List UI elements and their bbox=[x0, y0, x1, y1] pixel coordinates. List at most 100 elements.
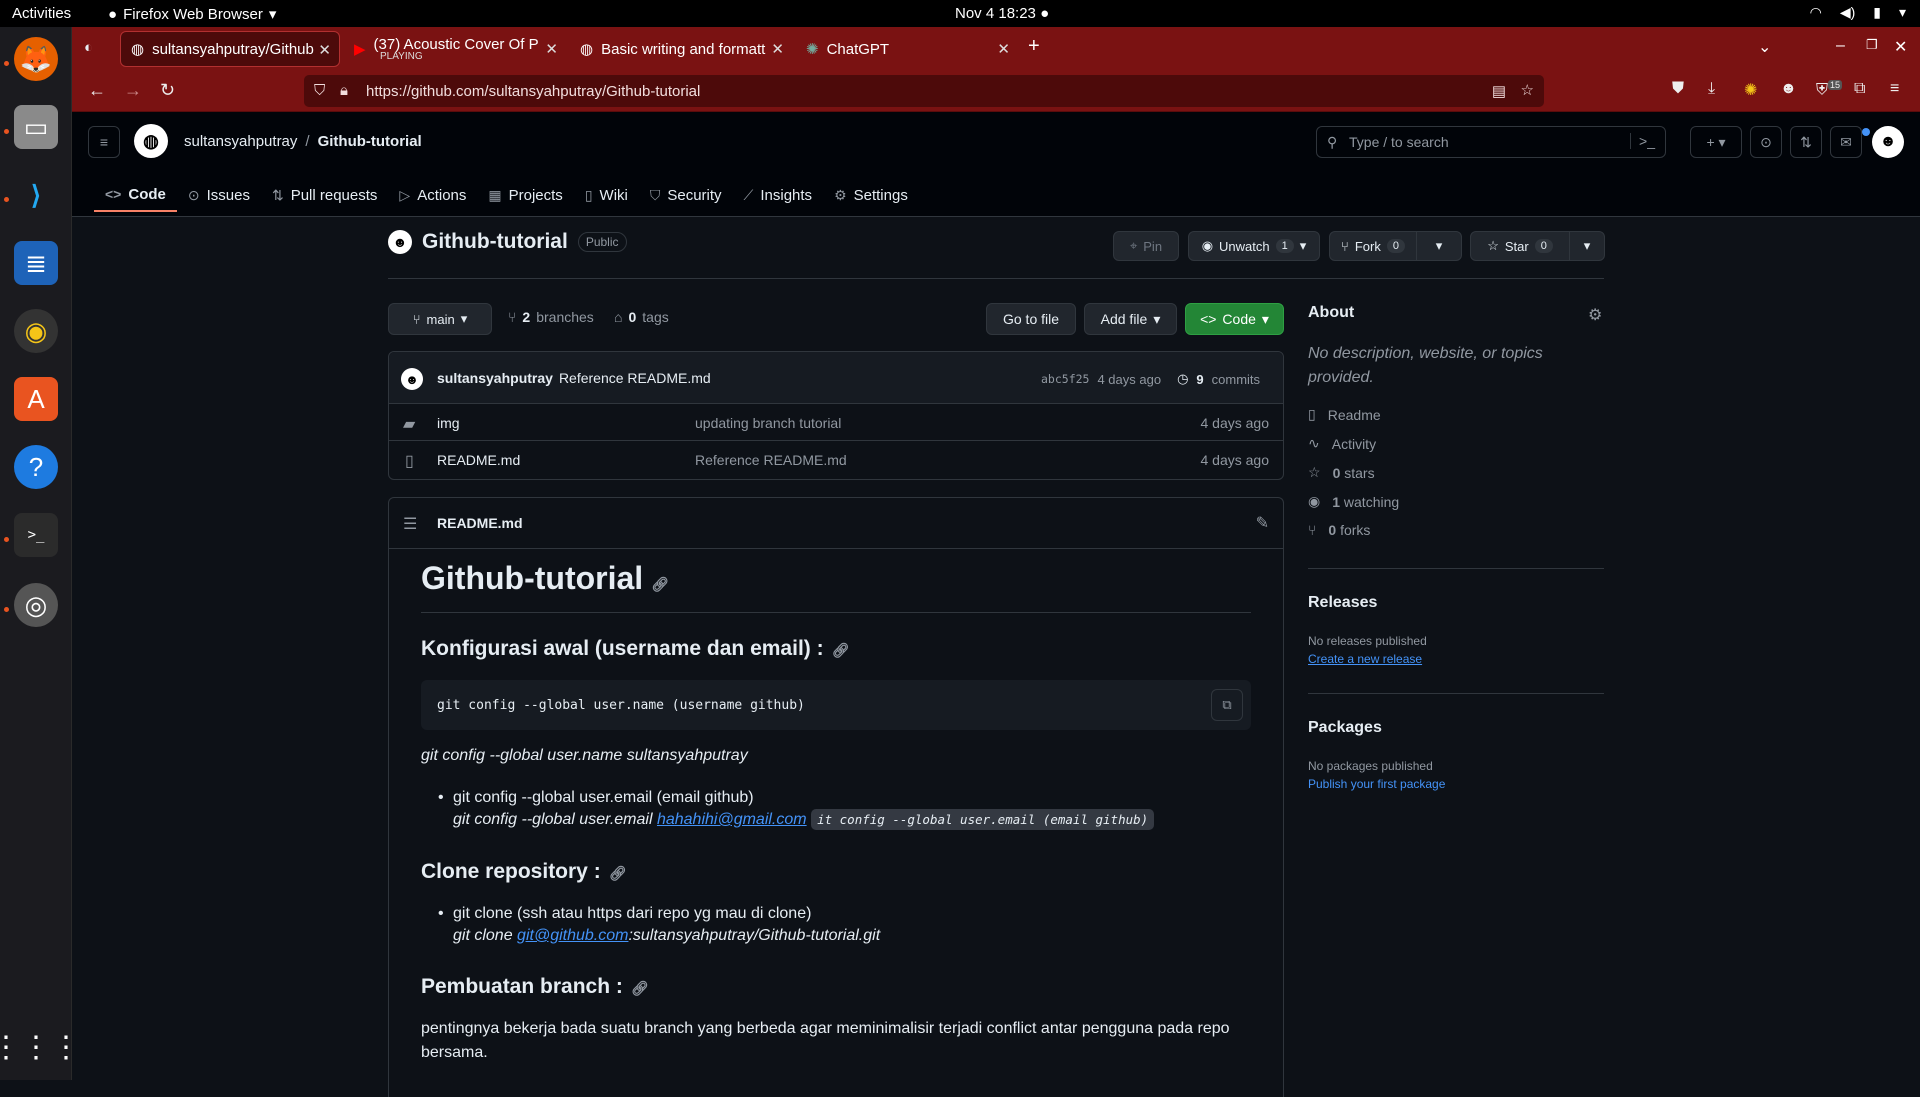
close-icon[interactable]: ✕ bbox=[771, 40, 784, 58]
writer-icon[interactable]: ≣ bbox=[14, 241, 58, 285]
tab-issues[interactable]: ⊙ Issues bbox=[177, 178, 261, 212]
url-bar[interactable]: ⛉ 🔒︎ https://github.com/sultansyahputray… bbox=[304, 75, 1544, 107]
branch-selector[interactable]: ⑂ main ▾ bbox=[388, 303, 492, 335]
fork-button[interactable]: ⑂ Fork 0 bbox=[1329, 231, 1417, 261]
vscode-icon[interactable]: ⟩ bbox=[14, 173, 58, 217]
firefox-view-icon[interactable]: ◐ bbox=[84, 39, 93, 56]
tab-insights[interactable]: ⟋ Insights bbox=[733, 178, 824, 212]
help-icon[interactable]: ? bbox=[14, 445, 58, 489]
tags-link[interactable]: ⌂ 0 tags bbox=[614, 309, 669, 325]
forward-icon[interactable]: → bbox=[124, 80, 142, 101]
star-button[interactable]: ☆ Star 0 bbox=[1470, 231, 1570, 261]
commit-author[interactable]: sultansyahputray bbox=[437, 370, 553, 386]
back-icon[interactable]: ← bbox=[88, 80, 106, 101]
app-menu[interactable]: ● Firefox Web Browser ▾ bbox=[108, 5, 276, 24]
fork-dropdown[interactable]: ▾ bbox=[1416, 231, 1462, 261]
star-dropdown[interactable]: ▾ bbox=[1569, 231, 1605, 261]
edit-pencil-icon[interactable]: ✎ bbox=[1256, 513, 1269, 533]
email-link[interactable]: hahahihi@gmail.com bbox=[657, 811, 807, 828]
rhythmbox-icon[interactable]: ◉ bbox=[14, 309, 58, 353]
publish-package-link[interactable]: Publish your first package bbox=[1308, 777, 1445, 791]
tab-actions[interactable]: ▷ Actions bbox=[388, 178, 477, 212]
close-icon[interactable]: ✕ bbox=[997, 40, 1010, 58]
command-palette-icon[interactable]: >_ bbox=[1630, 133, 1655, 149]
activities-button[interactable]: Activities bbox=[12, 5, 71, 22]
about-activity[interactable]: ∿ Activity bbox=[1308, 435, 1376, 452]
link-icon[interactable]: 🔗︎ bbox=[651, 576, 669, 592]
pocket-icon[interactable]: ⛊ bbox=[1672, 80, 1684, 98]
reload-icon[interactable]: ↻ bbox=[160, 80, 175, 101]
table-row[interactable]: ▰ img updating branch tutorial 4 days ag… bbox=[389, 404, 1283, 441]
github-logo-icon[interactable]: ◍ bbox=[134, 124, 168, 158]
menu-icon[interactable]: ≡ bbox=[88, 126, 120, 158]
close-icon[interactable]: ✕ bbox=[318, 41, 331, 59]
owner-avatar[interactable]: ☻ bbox=[388, 230, 412, 254]
downloads-icon[interactable]: ⤓ bbox=[1708, 80, 1715, 98]
new-tab-icon[interactable]: + bbox=[1028, 35, 1040, 58]
hamburger-menu-icon[interactable]: ≡ bbox=[1890, 80, 1899, 98]
ublock-icon[interactable]: ⛨ 15 bbox=[1816, 80, 1843, 99]
link-icon[interactable]: 🔗︎ bbox=[631, 980, 649, 996]
tab-youtube[interactable]: ▶ (37) Acoustic Cover Of Po PLAYING ✕ bbox=[344, 31, 566, 67]
close-icon[interactable]: ✕ bbox=[545, 40, 558, 58]
file-name[interactable]: README.md bbox=[437, 452, 520, 468]
create-release-link[interactable]: Create a new release bbox=[1308, 652, 1422, 666]
link-icon[interactable]: 🔗︎ bbox=[609, 865, 627, 881]
firefox-icon[interactable]: 🦊 bbox=[14, 37, 58, 81]
terminal-icon[interactable]: >_ bbox=[14, 513, 58, 557]
tab-pull-requests[interactable]: ⇅ Pull requests bbox=[261, 178, 388, 212]
inbox-icon[interactable]: ✉ bbox=[1830, 126, 1862, 158]
tab-code[interactable]: <> Code bbox=[94, 178, 177, 212]
tab-chatgpt[interactable]: ✺ ChatGPT ✕ bbox=[796, 31, 1018, 67]
commit-message[interactable]: Reference README.md bbox=[559, 370, 711, 386]
link-icon[interactable]: 🔗︎ bbox=[832, 642, 850, 658]
system-tray[interactable]: ◠ ◀) ▮ ▾ bbox=[1810, 4, 1906, 21]
close-window-icon[interactable]: ✕ bbox=[1894, 37, 1907, 57]
minimize-icon[interactable]: – bbox=[1836, 37, 1845, 55]
app-center-icon[interactable]: A bbox=[14, 377, 58, 421]
commit-author-avatar[interactable]: ☻ bbox=[401, 368, 423, 390]
show-apps-icon[interactable]: ⋮⋮⋮ bbox=[0, 1025, 81, 1069]
commits-label[interactable]: commits bbox=[1212, 372, 1260, 387]
disc-icon[interactable]: ◎ bbox=[14, 583, 58, 627]
packages-title[interactable]: Packages bbox=[1308, 719, 1382, 737]
list-icon[interactable]: ☰ bbox=[403, 514, 417, 534]
commit-hash[interactable]: abc5f25 bbox=[1041, 372, 1089, 386]
create-new-icon[interactable]: + ▾ bbox=[1690, 126, 1742, 158]
tab-github-docs[interactable]: ◍ Basic writing and formatt ✕ bbox=[570, 31, 792, 67]
files-icon[interactable]: ▭ bbox=[14, 105, 58, 149]
reader-view-icon[interactable]: ▤ bbox=[1492, 82, 1506, 100]
clock[interactable]: Nov 4 18:23 ● bbox=[955, 5, 1049, 22]
breadcrumb-owner[interactable]: sultansyahputray bbox=[184, 133, 297, 150]
code-button[interactable]: <> Code ▾ bbox=[1185, 303, 1284, 335]
extension-avatar-icon[interactable]: ☻ bbox=[1780, 80, 1797, 98]
breadcrumb-repo[interactable]: Github-tutorial bbox=[318, 133, 422, 150]
tab-projects[interactable]: ▦ Projects bbox=[477, 178, 573, 212]
bookmark-star-icon[interactable]: ☆ bbox=[1521, 81, 1534, 99]
clone-link[interactable]: git@github.com bbox=[517, 927, 628, 944]
copy-icon[interactable]: ⧉ bbox=[1211, 689, 1243, 721]
file-commit-message[interactable]: Reference README.md bbox=[695, 452, 847, 468]
gear-icon[interactable]: ⚙ bbox=[1588, 305, 1602, 325]
table-row[interactable]: ▯ README.md Reference README.md 4 days a… bbox=[389, 441, 1283, 479]
about-stars[interactable]: ☆ 0 stars bbox=[1308, 464, 1375, 481]
list-tabs-icon[interactable]: ⌄ bbox=[1758, 37, 1771, 57]
about-forks[interactable]: ⑂ 0 forks bbox=[1308, 522, 1370, 538]
commits-count[interactable]: 9 bbox=[1196, 372, 1203, 387]
sun-extension-icon[interactable]: ✺ bbox=[1744, 80, 1757, 100]
branches-link[interactable]: ⑂ 2 branches bbox=[508, 309, 594, 325]
tab-security[interactable]: ⛉ Security bbox=[639, 178, 733, 212]
file-commit-message[interactable]: updating branch tutorial bbox=[695, 415, 841, 431]
search-input[interactable]: ⚲ Type / to search >_ bbox=[1316, 126, 1666, 158]
extensions-icon[interactable]: ⧉ bbox=[1854, 80, 1865, 98]
repo-name[interactable]: Github-tutorial bbox=[422, 230, 568, 254]
releases-title[interactable]: Releases bbox=[1308, 594, 1377, 612]
unwatch-button[interactable]: ◉ Unwatch 1 ▾ bbox=[1188, 231, 1320, 261]
go-to-file-button[interactable]: Go to file bbox=[986, 303, 1076, 335]
restore-icon[interactable]: ❐ bbox=[1866, 37, 1878, 53]
tab-wiki[interactable]: ▯ Wiki bbox=[574, 178, 639, 212]
issues-icon[interactable]: ⊙ bbox=[1750, 126, 1782, 158]
add-file-button[interactable]: Add file ▾ bbox=[1084, 303, 1177, 335]
file-name[interactable]: img bbox=[437, 415, 460, 431]
pull-requests-icon[interactable]: ⇅ bbox=[1790, 126, 1822, 158]
